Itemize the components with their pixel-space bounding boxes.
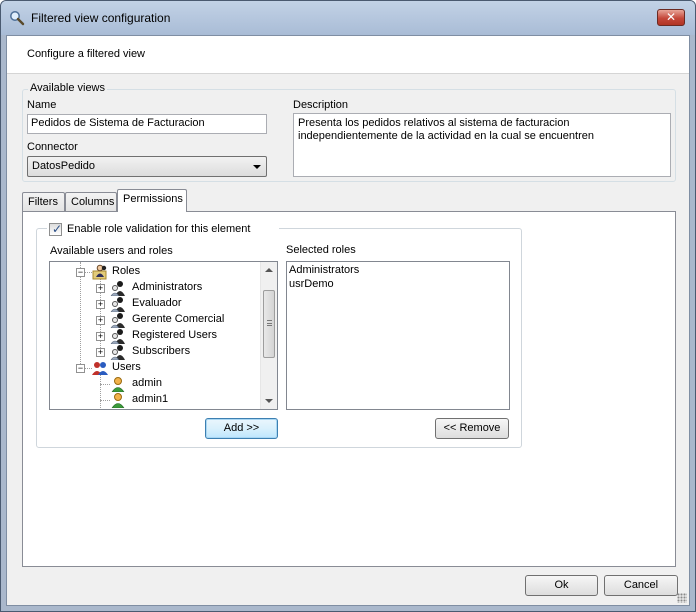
tree-item-administrators[interactable]: + Administrators [50,280,260,296]
tree-line [100,400,110,401]
tree-item-label: admin [132,377,162,389]
tree-item-roles[interactable]: − Roles [50,264,260,280]
scrollbar-thumb[interactable] [263,290,275,358]
tree-scrollbar[interactable] [260,262,277,409]
description-label: Description [293,99,349,111]
available-views-legend: Available views [28,82,108,94]
dialog-window: Filtered view configuration ✕ Configure … [0,0,696,612]
tree-item-users[interactable]: − Users [50,360,260,376]
window-title: Filtered view configuration [31,11,171,25]
tree-item-label: Registered Users [132,329,217,341]
selected-roles-list[interactable]: Administrators usrDemo [286,261,510,410]
selected-roles-label: Selected roles [286,244,356,256]
tab-permissions[interactable]: Permissions [117,189,187,212]
collapse-icon[interactable]: − [76,364,85,373]
dialog-client: Configure a filtered view Available view… [6,35,690,606]
enable-role-validation-label: Enable role validation for this element [67,223,251,235]
expand-icon[interactable]: + [96,348,105,357]
tab-columns[interactable]: Columns [65,192,117,212]
magnifier-icon [10,11,25,26]
tree-line [85,272,92,273]
tree-item-admin1[interactable]: admin1 [50,392,260,408]
user-group-icon [110,329,125,344]
tree-item-evaluador[interactable]: + Evaluador [50,296,260,312]
roles-folder-icon [92,264,107,280]
user-group-icon [110,345,125,360]
remove-button[interactable]: << Remove [435,418,509,439]
user-icon [111,393,125,408]
expand-icon[interactable]: + [96,316,105,325]
close-button[interactable]: ✕ [657,9,685,26]
connector-label: Connector [27,141,78,153]
scroll-down-icon[interactable] [265,399,273,403]
connector-select[interactable]: DatosPedido [27,156,267,177]
resize-grip-icon[interactable] [677,593,687,603]
user-group-icon [110,297,125,312]
name-field[interactable]: Pedidos de Sistema de Facturacion [27,114,267,134]
tree-line [100,384,110,385]
name-label: Name [27,99,57,111]
list-item[interactable]: Administrators [289,264,359,276]
title-bar[interactable]: Filtered view configuration ✕ [1,1,695,35]
cancel-button[interactable]: Cancel [604,575,678,596]
enable-role-validation-row[interactable]: ✓ Enable role validation for this elemen… [47,222,279,238]
collapse-icon[interactable]: − [76,268,85,277]
expand-icon[interactable]: + [96,300,105,309]
list-item[interactable]: usrDemo [289,278,334,290]
tree-item-subscribers[interactable]: + Subscribers [50,344,260,360]
tree-item-label: Subscribers [132,345,191,357]
tree-item-label: Users [112,361,141,373]
user-icon [111,377,125,392]
expand-icon[interactable]: + [96,332,105,341]
available-users-tree[interactable]: − Roles + Administrators + Evaluador + G… [49,261,278,410]
check-icon: ✓ [52,222,63,236]
grip-icon [267,320,272,326]
tab-filters[interactable]: Filters [22,192,65,212]
scroll-up-icon[interactable] [265,268,273,272]
ok-button[interactable]: Ok [525,575,598,596]
tree-item-gerente-comercial[interactable]: + Gerente Comercial [50,312,260,328]
connector-value: DatosPedido [32,160,95,172]
description-field[interactable]: Presenta los pedidos relativos al sistem… [293,113,671,177]
permissions-panel: ✓ Enable role validation for this elemen… [22,211,676,567]
enable-role-validation-checkbox[interactable]: ✓ [49,222,63,236]
available-users-label: Available users and roles [50,245,173,257]
chevron-down-icon [253,165,261,169]
tree-item-label: Roles [112,265,141,277]
header-text: Configure a filtered view [27,48,146,60]
tree-item-label: admin1 [132,393,169,405]
users-folder-icon [92,362,108,375]
header-band: Configure a filtered view [7,36,689,74]
tree-item-label: Administrators [132,281,203,293]
tree-line [85,368,92,369]
tree-item-label: Evaluador [132,297,182,309]
tree-item-admin[interactable]: admin [50,376,260,392]
add-button[interactable]: Add >> [205,418,278,439]
tree-item-registered-users[interactable]: + Registered Users [50,328,260,344]
expand-icon[interactable]: + [96,284,105,293]
tree-item-label: Gerente Comercial [132,313,225,325]
user-group-icon [110,313,125,328]
user-group-icon [110,281,125,296]
